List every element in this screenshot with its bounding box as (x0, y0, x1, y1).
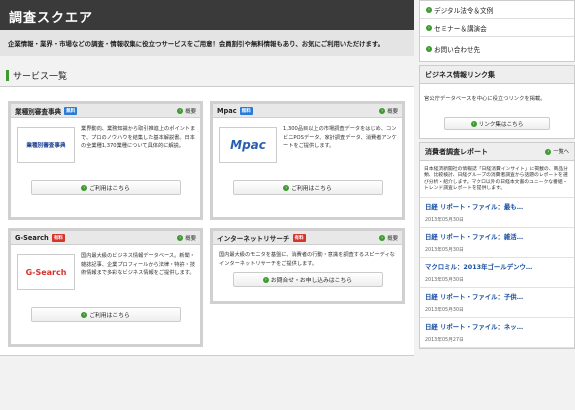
card-description: 業界動向、業務知識から取引推進上のポイントまで、プロのノウハウを結集した基本解説… (81, 126, 196, 149)
report-date: 2013年05月30日 (425, 307, 464, 313)
overview-link[interactable]: › 概要 (177, 234, 196, 242)
report-item[interactable]: 日経 リポート・ファイル：子供… 2013年05月30日 (420, 288, 574, 318)
heading-accent-bar (6, 69, 9, 81)
sidebar: › デジタル法令＆文例 › セミナー＆講演会 › お問い合わせ先 ビジネス情報リ… (419, 0, 575, 410)
card-title[interactable]: 業種別審査事典 (15, 106, 61, 116)
reports-more-link[interactable]: › 一覧へ (545, 148, 569, 155)
biz-links-text: 官公庁データベースを中心に役立つリンクを掲載。 (424, 96, 546, 102)
intro-banner: 企業情報・業界・市場などの調査・情報収集に役立つサービスをご用意！会員割引や無料… (0, 30, 414, 56)
arrow-circle-icon: › (379, 107, 386, 114)
paid-badge: 有料 (51, 233, 65, 242)
arrow-circle-icon: › (262, 276, 269, 283)
service-card-mpac: Mpac 無料 › 概要 Mpac 1,300品目以上の市場調査データをはじめ、コ… (210, 101, 405, 220)
card-description: 国内最大級のモニタを基盤に、消費者の行動・意識を調査するスピーディなインターネッ… (219, 252, 395, 267)
arrow-circle-icon: › (177, 107, 184, 114)
overview-link[interactable]: › 概要 (379, 107, 398, 115)
biz-links-box: ビジネス情報リンク集 官公庁データベースを中心に役立つリンクを掲載。 › リンク… (419, 65, 575, 139)
report-date: 2013年05月30日 (425, 277, 464, 283)
use-button[interactable]: › ご利用はこちら (232, 180, 383, 195)
reports-description: 日本経済新聞社の情報誌「日経消費インサイト」に掲載の、商品分類、比較検討、日経グ… (420, 161, 574, 198)
sidebar-item-seminar[interactable]: › セミナー＆講演会 (420, 19, 574, 37)
main-column: 調査スクエア 企業情報・業界・市場などの調査・情報収集に役立つサービスをご用意！… (0, 0, 414, 410)
free-badge: 無料 (64, 106, 78, 115)
sidebar-nav: › デジタル法令＆文例 › セミナー＆講演会 › お問い合わせ先 (419, 0, 575, 62)
sidebar-item-contact[interactable]: › お問い合わせ先 (420, 37, 574, 61)
report-date: 2013年05月30日 (425, 247, 464, 253)
card-description: 1,300品目以上の市場調査データをはじめ、コンビニPOSデータ、家計調査データ… (283, 126, 397, 149)
overview-link[interactable]: › 概要 (379, 234, 398, 242)
report-title[interactable]: 日経 リポート・ファイル：ネッ… (425, 322, 569, 331)
card-header: 業種別審査事典 無料 › 概要 (11, 104, 200, 118)
card-header: G-Search 有料 › 概要 (11, 231, 200, 245)
service-card-gyoshu: 業種別審査事典 無料 › 概要 業種別審査事典 業界動向、業務知識から取引推進上の… (8, 101, 203, 220)
biz-links-title: ビジネス情報リンク集 (420, 66, 574, 84)
arrow-circle-icon: › (470, 120, 477, 127)
card-body: 業種別審査事典 業界動向、業務知識から取引推進上のポイントまで、プロのノウハウを… (11, 118, 200, 180)
card-header: Mpac 無料 › 概要 (213, 104, 402, 118)
contact-button[interactable]: › お問合せ・お申し込みはこちら (232, 272, 383, 287)
card-header: インターネットリサーチ 有料 › 概要 (213, 231, 402, 245)
gyoshu-logo[interactable]: 業種別審査事典 (17, 127, 75, 163)
card-body: Mpac 1,300品目以上の市場調査データをはじめ、コンビニPOSデータ、家計… (213, 118, 402, 180)
sidebar-item-digital-hourei[interactable]: › デジタル法令＆文例 (420, 1, 574, 19)
service-card-internet-research: インターネットリサーチ 有料 › 概要 国内最大級のモニタを基盤に、消費者の行動・… (210, 228, 405, 304)
services-heading-label: サービス一覧 (13, 71, 68, 82)
intro-text: 企業情報・業界・市場などの調査・情報収集に役立つサービスをご用意！会員割引や無料… (8, 40, 385, 48)
report-title[interactable]: 日経 リポート・ファイル：子供… (425, 292, 569, 301)
report-item[interactable]: 日経 リポート・ファイル：雑活… 2013年05月30日 (420, 228, 574, 258)
report-item[interactable]: 日経 リポート・ファイル：ネッ… 2013年05月27日 (420, 318, 574, 348)
page-header: 調査スクエア (0, 0, 414, 30)
report-title[interactable]: 日経 リポート・ファイル：最も… (425, 202, 569, 211)
card-title[interactable]: G-Search (15, 234, 49, 242)
reports-title: 消費者調査レポート (425, 147, 488, 156)
arrow-circle-icon: › (177, 234, 184, 241)
mpac-logo[interactable]: Mpac (219, 127, 277, 163)
page-title: 調査スクエア (9, 11, 94, 26)
services-heading: サービス一覧 (0, 56, 414, 84)
links-button[interactable]: › リンク集はこちら (444, 117, 550, 130)
services-panel: 業種別審査事典 無料 › 概要 業種別審査事典 業界動向、業務知識から取引推進上の… (0, 86, 414, 356)
arrow-circle-icon: › (426, 46, 432, 52)
free-badge: 無料 (239, 106, 253, 115)
use-button[interactable]: › ご利用はこちら (30, 180, 181, 195)
card-title[interactable]: Mpac (217, 107, 237, 115)
gsearch-logo[interactable]: G-Search (17, 254, 75, 290)
report-item[interactable]: マクロミル：2013年ゴールデンウ… 2013年05月30日 (420, 258, 574, 288)
arrow-circle-icon: › (426, 24, 432, 31)
arrow-circle-icon: › (426, 6, 432, 13)
overview-link[interactable]: › 概要 (177, 107, 196, 115)
report-date: 2013年05月27日 (425, 337, 464, 343)
report-date: 2013年05月30日 (425, 217, 464, 223)
arrow-circle-icon: › (545, 148, 552, 155)
reports-header: 消費者調査レポート › 一覧へ (420, 143, 574, 161)
arrow-circle-icon: › (379, 234, 386, 241)
card-description: 国内最大級のビジネス情報データベース。新聞・雑誌記事、企業プロフィールから法律・… (81, 253, 196, 276)
arrow-circle-icon: › (283, 184, 290, 191)
report-item[interactable]: 日経 リポート・ファイル：最も… 2013年05月30日 (420, 198, 574, 228)
card-title[interactable]: インターネットリサーチ (217, 233, 290, 243)
report-title[interactable]: マクロミル：2013年ゴールデンウ… (425, 262, 569, 271)
report-title[interactable]: 日経 リポート・ファイル：雑活… (425, 232, 569, 241)
reports-box: 消費者調査レポート › 一覧へ 日本経済新聞社の情報誌「日経消費インサイト」に掲… (419, 142, 575, 349)
service-card-gsearch: G-Search 有料 › 概要 G-Search 国内最大級のビジネス情報データ… (8, 228, 203, 347)
card-body: G-Search 国内最大級のビジネス情報データベース。新聞・雑誌記事、企業プロ… (11, 245, 200, 307)
paid-badge: 有料 (292, 233, 306, 242)
arrow-circle-icon: › (81, 184, 88, 191)
use-button[interactable]: › ご利用はこちら (30, 307, 181, 322)
arrow-circle-icon: › (81, 311, 88, 318)
